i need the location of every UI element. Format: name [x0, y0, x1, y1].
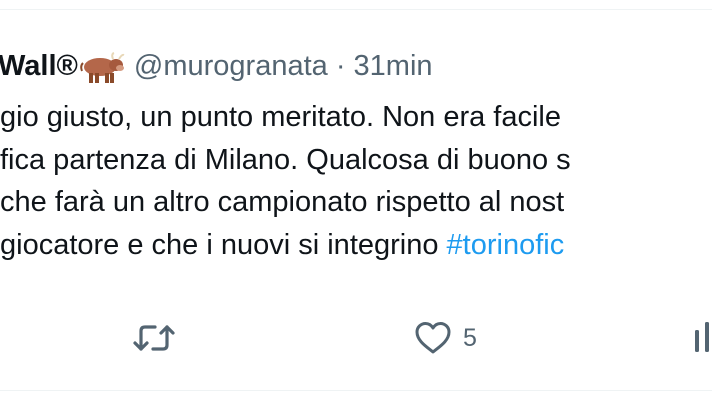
like-count: 5 — [463, 323, 477, 352]
heart-icon — [413, 320, 453, 356]
like-button[interactable]: 5 — [413, 316, 477, 360]
ox-emoji-icon — [80, 46, 126, 86]
tweet-text-fragment: giocatore e che i nuovi si integrino — [0, 228, 447, 261]
divider — [0, 390, 712, 391]
tweet-text-line: gio giusto, un punto meritato. Non era f… — [0, 101, 561, 133]
divider — [0, 9, 712, 10]
tweet-text-line: fica partenza di Milano. Qualcosa di buo… — [0, 143, 571, 176]
retweet-icon — [131, 319, 177, 357]
retweet-button[interactable] — [131, 316, 187, 360]
tweet-card[interactable]: Wall® @murogranata · 31min gio giusto, u… — [0, 0, 712, 402]
handle-and-time[interactable]: @murogranata · 31min — [134, 50, 433, 83]
tweet-text-line: giocatore e che i nuovi si integrino #to… — [0, 224, 571, 267]
tweet-actions: 5 — [0, 316, 712, 360]
display-name[interactable]: Wall® — [0, 50, 78, 83]
hashtag-link[interactable]: #torinofic — [447, 229, 565, 261]
tweet-text: gio giusto, un punto meritato. Non era f… — [0, 96, 571, 266]
views-button[interactable] — [692, 316, 712, 360]
tweet-text-line: che farà un altro campionato rispetto al… — [0, 186, 565, 218]
tweet-header: Wall® @murogranata · 31min — [0, 46, 433, 86]
views-icon — [692, 318, 712, 358]
